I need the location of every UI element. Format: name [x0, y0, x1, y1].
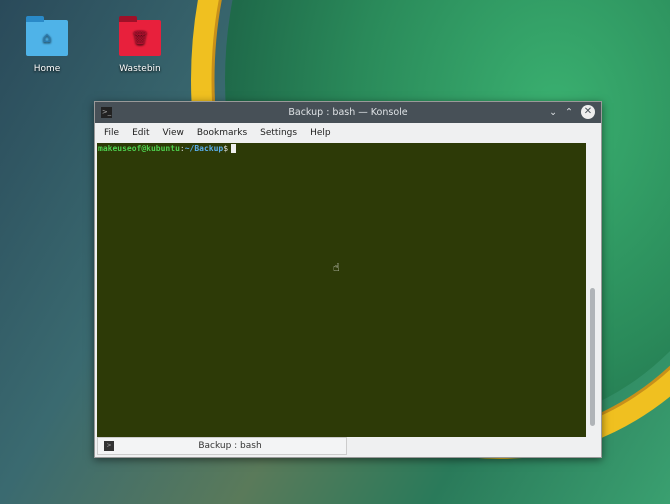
menu-view[interactable]: View	[163, 128, 184, 138]
desktop-icon-label: Home	[33, 64, 61, 74]
menu-file[interactable]: File	[104, 128, 119, 138]
konsole-window: >_ Backup : bash — Konsole ⌄ ⌃ ✕ File Ed…	[94, 101, 602, 458]
trash-folder-icon: 🗑	[119, 16, 161, 56]
terminal-area[interactable]: makeuseof@kubuntu:~/Backup$	[97, 143, 586, 437]
tab-bash[interactable]: > Backup : bash	[97, 437, 347, 455]
menu-bookmarks[interactable]: Bookmarks	[197, 128, 247, 138]
menu-bar: File Edit View Bookmarks Settings Help	[95, 123, 601, 143]
window-title: Backup : bash — Konsole	[288, 107, 408, 118]
cursor	[231, 144, 237, 153]
prompt-symbol: $	[223, 144, 229, 153]
prompt-user-host: makeuseof@kubuntu	[98, 144, 180, 153]
desktop-icon-wastebin[interactable]: 🗑 Wastebin	[110, 16, 170, 74]
tab-label: Backup : bash	[198, 441, 262, 451]
close-icon[interactable]: ✕	[581, 105, 595, 119]
terminal-app-icon[interactable]: >_	[101, 107, 112, 118]
terminal-tab-icon: >	[104, 441, 114, 451]
maximize-icon[interactable]: ⌃	[565, 107, 573, 118]
menu-help[interactable]: Help	[310, 128, 331, 138]
mouse-pointer-icon: ☝	[333, 261, 340, 274]
title-bar[interactable]: >_ Backup : bash — Konsole ⌄ ⌃ ✕	[95, 102, 601, 123]
prompt-path: ~/Backup	[184, 144, 224, 153]
desktop-icon-label: Wastebin	[119, 64, 161, 74]
desktop-icon-home[interactable]: ⌂ Home	[17, 16, 77, 74]
menu-settings[interactable]: Settings	[260, 128, 297, 138]
home-folder-icon: ⌂	[26, 16, 68, 56]
menu-edit[interactable]: Edit	[132, 128, 149, 138]
minimize-icon[interactable]: ⌄	[549, 107, 557, 118]
scrollbar[interactable]	[590, 288, 595, 426]
